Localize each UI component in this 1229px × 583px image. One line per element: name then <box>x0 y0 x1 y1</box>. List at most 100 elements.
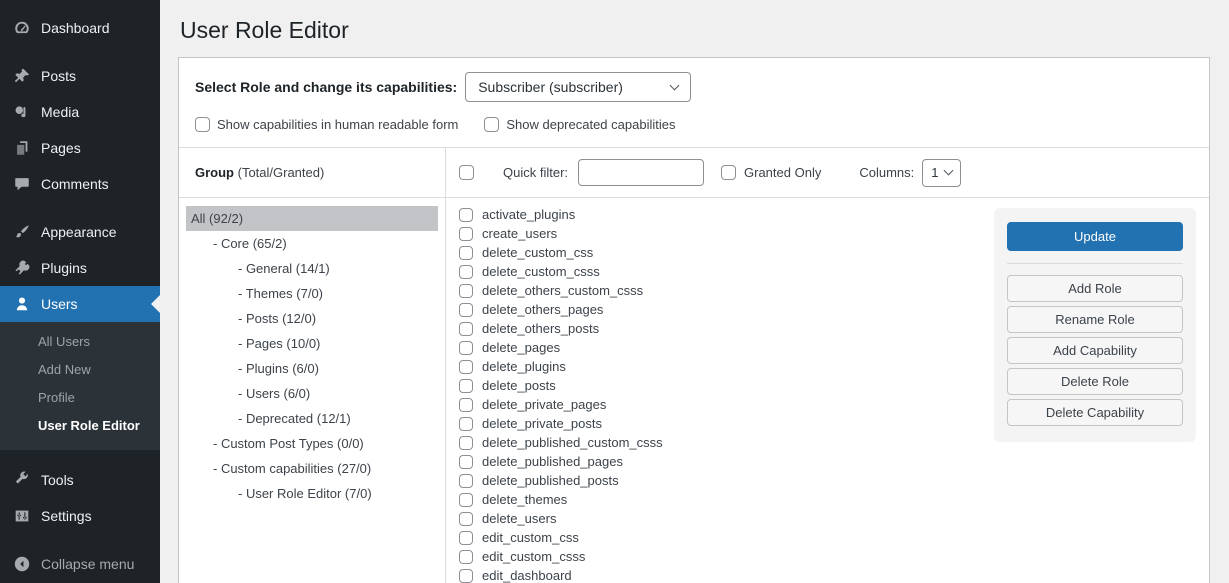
sidebar-item-label: Collapse menu <box>41 555 134 573</box>
capability-checkbox[interactable] <box>459 341 473 355</box>
show-human-readable-label: Show capabilities in human readable form <box>217 117 458 132</box>
capability-checkbox[interactable] <box>459 417 473 431</box>
sidebar-item-settings[interactable]: Settings <box>0 498 160 534</box>
delete-capability-button[interactable]: Delete Capability <box>1007 399 1183 426</box>
capability-row: delete_pages <box>459 338 986 357</box>
capability-checkbox[interactable] <box>459 398 473 412</box>
capability-label: delete_posts <box>482 378 556 393</box>
sidebar-item-users[interactable]: Users <box>0 286 160 322</box>
capability-checkbox[interactable] <box>459 379 473 393</box>
capability-checkbox[interactable] <box>459 474 473 488</box>
users-submenu: All Users Add New Profile User Role Edit… <box>0 322 160 450</box>
group-item-general[interactable]: - General (14/1) <box>186 256 438 281</box>
capability-checkbox[interactable] <box>459 303 473 317</box>
add-role-button[interactable]: Add Role <box>1007 275 1183 302</box>
quick-filter-input[interactable] <box>578 159 704 186</box>
sidebar-item-plugins[interactable]: Plugins <box>0 250 160 286</box>
capability-checkbox[interactable] <box>459 455 473 469</box>
delete-role-button[interactable]: Delete Role <box>1007 368 1183 395</box>
capability-checkbox[interactable] <box>459 436 473 450</box>
plugin-icon <box>12 258 32 278</box>
capability-label: delete_others_posts <box>482 321 599 336</box>
submenu-item-all-users[interactable]: All Users <box>0 328 160 356</box>
sidebar-item-comments[interactable]: Comments <box>0 166 160 202</box>
capability-row: delete_themes <box>459 490 986 509</box>
capability-checkbox[interactable] <box>459 531 473 545</box>
capability-checkbox[interactable] <box>459 246 473 260</box>
sidebar-item-label: Media <box>41 103 79 121</box>
group-item-custom-post-types[interactable]: - Custom Post Types (0/0) <box>186 431 438 456</box>
capability-label: delete_others_pages <box>482 302 603 317</box>
capability-label: delete_published_posts <box>482 473 619 488</box>
sidebar-item-appearance[interactable]: Appearance <box>0 214 160 250</box>
group-header-rest: (Total/Granted) <box>234 165 324 180</box>
group-item-deprecated[interactable]: - Deprecated (12/1) <box>186 406 438 431</box>
sidebar-item-tools[interactable]: Tools <box>0 462 160 498</box>
group-item-users[interactable]: - Users (6/0) <box>186 381 438 406</box>
capability-checkbox[interactable] <box>459 512 473 526</box>
sidebar-item-label: Appearance <box>41 223 117 241</box>
page-title: User Role Editor <box>180 16 1210 45</box>
sidebar-item-label: Users <box>41 295 78 313</box>
capability-row: delete_posts <box>459 376 986 395</box>
submenu-item-user-role-editor[interactable]: User Role Editor <box>0 412 160 440</box>
capability-checkbox[interactable] <box>459 493 473 507</box>
capability-checkbox[interactable] <box>459 322 473 336</box>
capability-label: create_users <box>482 226 557 241</box>
capabilities-list: activate_plugins create_users delete_cus… <box>446 198 986 583</box>
rename-role-button[interactable]: Rename Role <box>1007 306 1183 333</box>
capability-checkbox[interactable] <box>459 208 473 222</box>
group-item-themes[interactable]: - Themes (7/0) <box>186 281 438 306</box>
user-role-editor-panel: Select Role and change its capabilities:… <box>178 57 1210 583</box>
sidebar-item-posts[interactable]: Posts <box>0 58 160 94</box>
add-capability-button[interactable]: Add Capability <box>1007 337 1183 364</box>
submenu-item-add-new[interactable]: Add New <box>0 356 160 384</box>
brush-icon <box>12 222 32 242</box>
columns-select[interactable]: 1 <box>922 159 960 187</box>
dashboard-icon <box>12 18 32 38</box>
capability-label: delete_published_pages <box>482 454 623 469</box>
capability-checkbox[interactable] <box>459 284 473 298</box>
capability-checkbox[interactable] <box>459 265 473 279</box>
display-options-row: Show capabilities in human readable form… <box>179 108 1209 147</box>
sidebar-item-media[interactable]: Media <box>0 94 160 130</box>
capability-checkbox[interactable] <box>459 360 473 374</box>
show-human-readable-checkbox[interactable] <box>195 117 210 132</box>
sidebar-item-collapse-menu[interactable]: Collapse menu <box>0 546 160 582</box>
capability-label: delete_plugins <box>482 359 566 374</box>
group-item-all[interactable]: All (92/2) <box>186 206 438 231</box>
capability-row: edit_custom_csss <box>459 547 986 566</box>
update-button[interactable]: Update <box>1007 222 1183 251</box>
submenu-item-profile[interactable]: Profile <box>0 384 160 412</box>
show-deprecated-checkbox[interactable] <box>484 117 499 132</box>
granted-only-checkbox[interactable] <box>721 165 736 180</box>
select-all-checkbox[interactable] <box>459 165 474 180</box>
role-select[interactable]: Subscriber (subscriber) <box>465 72 691 102</box>
capability-row: delete_published_posts <box>459 471 986 490</box>
group-item-pages[interactable]: - Pages (10/0) <box>186 331 438 356</box>
capability-row: delete_published_custom_csss <box>459 433 986 452</box>
pages-icon <box>12 138 32 158</box>
filter-header-row: Group (Total/Granted) Quick filter: Gran… <box>179 148 1209 197</box>
capability-label: delete_private_pages <box>482 397 606 412</box>
capability-label: delete_themes <box>482 492 567 507</box>
group-item-custom-capabilities[interactable]: - Custom capabilities (27/0) <box>186 456 438 481</box>
capability-label: delete_private_posts <box>482 416 602 431</box>
capability-checkbox[interactable] <box>459 550 473 564</box>
sidebar-item-dashboard[interactable]: Dashboard <box>0 10 160 46</box>
group-item-posts[interactable]: - Posts (12/0) <box>186 306 438 331</box>
chevron-down-icon <box>943 166 953 176</box>
capability-label: edit_custom_css <box>482 530 579 545</box>
quick-filter-label: Quick filter: <box>503 165 568 180</box>
group-item-core[interactable]: - Core (65/2) <box>186 231 438 256</box>
capability-checkbox[interactable] <box>459 569 473 583</box>
group-item-plugins[interactable]: - Plugins (6/0) <box>186 356 438 381</box>
capability-row: delete_others_posts <box>459 319 986 338</box>
group-item-user-role-editor[interactable]: - User Role Editor (7/0) <box>186 481 438 506</box>
capability-checkbox[interactable] <box>459 227 473 241</box>
capability-label: delete_published_custom_csss <box>482 435 663 450</box>
sidebar-item-pages[interactable]: Pages <box>0 130 160 166</box>
pushpin-icon <box>12 66 32 86</box>
capability-row: delete_others_custom_csss <box>459 281 986 300</box>
capability-label: activate_plugins <box>482 207 575 222</box>
